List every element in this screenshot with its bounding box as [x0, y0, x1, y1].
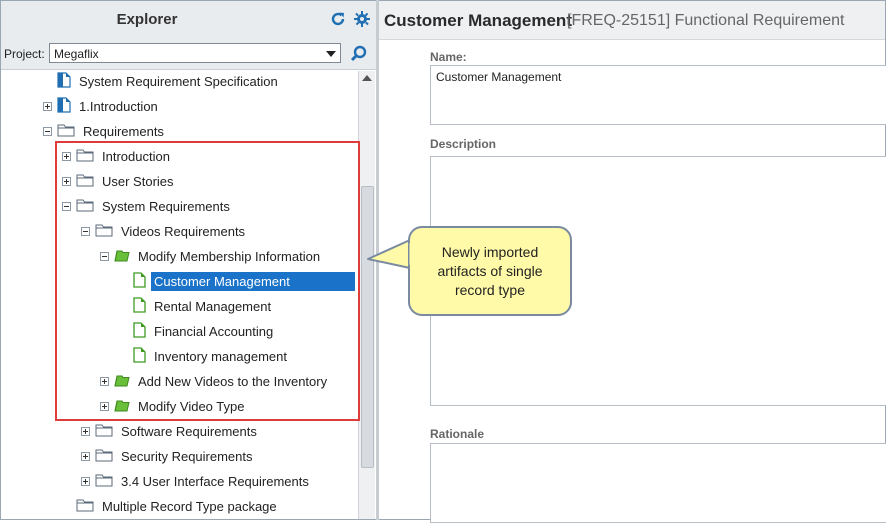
expand-icon[interactable] [81, 476, 90, 486]
tree-node[interactable]: Multiple Record Type package [62, 495, 280, 517]
name-label: Name: [430, 50, 467, 64]
tree-node-label: Requirements [83, 123, 164, 139]
tree-node[interactable]: Security Requirements [81, 445, 256, 467]
scroll-up-arrow-icon[interactable] [362, 75, 372, 81]
tree-scrollbar[interactable] [358, 71, 375, 519]
rationale-field[interactable] [430, 443, 886, 523]
tree-node-label: 3.4 User Interface Requirements [121, 473, 309, 489]
expand-icon[interactable] [43, 101, 52, 111]
gear-icon[interactable] [353, 10, 371, 28]
detail-subtitle: [FREQ-25151] Functional Requirement [567, 12, 845, 29]
document-icon [57, 71, 71, 91]
project-row: Project: Megaflix [1, 39, 376, 70]
tree-node[interactable]: 3.4 User Interface Requirements [81, 470, 312, 492]
explorer-header: Explorer [1, 1, 376, 39]
new-artifacts-highlight [55, 141, 360, 421]
tree-node-label: System Requirement Specification [79, 73, 278, 89]
chevron-down-icon [326, 51, 336, 57]
project-label: Project: [4, 47, 45, 61]
callout-text: Newly imported artifacts of single recor… [437, 244, 543, 298]
refresh-icon[interactable] [329, 10, 347, 28]
folder-icon [95, 473, 113, 490]
search-button[interactable] [349, 44, 369, 64]
folder-icon [95, 423, 113, 440]
name-field[interactable]: Customer Management [430, 65, 886, 125]
collapse-icon[interactable] [43, 126, 52, 136]
tree-node[interactable]: Software Requirements [81, 420, 260, 442]
tree-node-label: 1.Introduction [79, 98, 158, 114]
rationale-label: Rationale [430, 427, 485, 441]
tree-node-label: Software Requirements [121, 423, 257, 439]
search-icon [350, 45, 367, 62]
tree-node[interactable]: 1.Introduction [43, 95, 161, 117]
tree-node-label: Multiple Record Type package [102, 498, 277, 514]
scrollbar-thumb[interactable] [361, 186, 374, 468]
expand-icon[interactable] [81, 451, 90, 461]
folder-icon [95, 448, 113, 465]
tree-node[interactable]: Requirements [43, 120, 167, 142]
tree-node-label: Security Requirements [121, 448, 253, 464]
annotation-callout: Newly imported artifacts of single recor… [408, 226, 572, 316]
project-select[interactable]: Megaflix [49, 43, 341, 63]
document-icon [57, 96, 71, 116]
explorer-title: Explorer [116, 11, 178, 28]
detail-header: Customer Management [FREQ-25151] Functio… [379, 1, 885, 40]
description-label: Description [430, 137, 497, 151]
name-field-value: Customer Management [436, 70, 562, 84]
folder-icon [76, 498, 94, 515]
expand-icon[interactable] [81, 426, 90, 436]
folder-icon [57, 123, 75, 140]
tree-node[interactable]: System Requirement Specification [57, 70, 281, 92]
detail-title: Customer Management [384, 11, 572, 30]
project-select-value: Megaflix [54, 47, 99, 61]
